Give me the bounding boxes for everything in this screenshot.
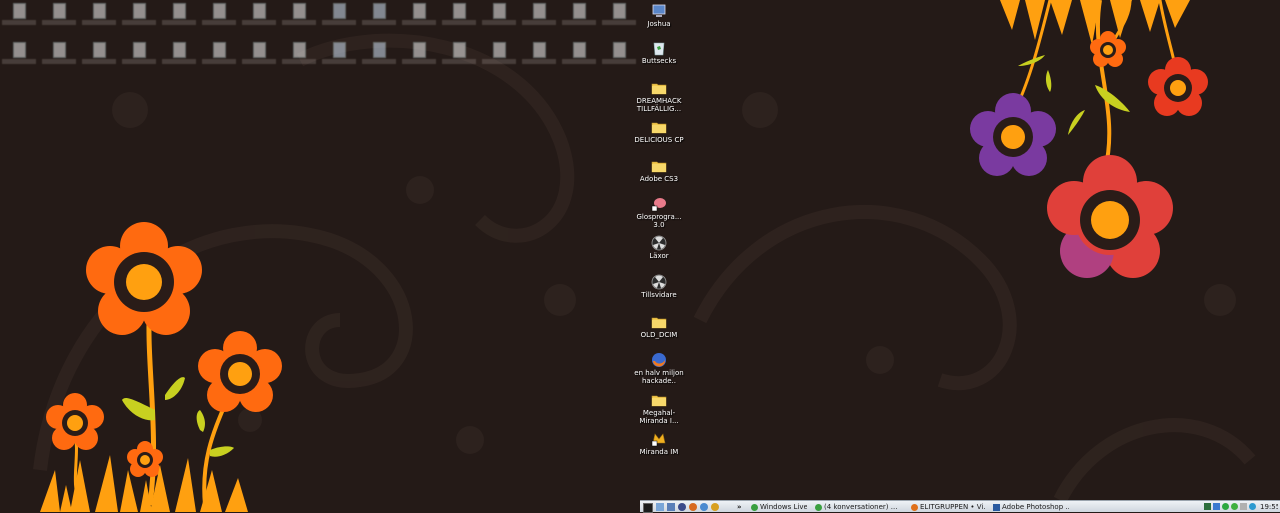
quicklaunch-media-icon[interactable] bbox=[678, 503, 686, 511]
document-icon bbox=[532, 42, 546, 58]
taskbar-button-label: Windows Live Mes... bbox=[760, 503, 808, 511]
document-icon bbox=[212, 3, 226, 19]
desktop-icon-label: OLD_DCIM bbox=[640, 331, 678, 339]
taskbar-button-1[interactable]: (4 konversationer) ... bbox=[812, 502, 902, 512]
taskbar: » Windows Live Mes... (4 konversationer) … bbox=[640, 500, 1280, 513]
folder-icon bbox=[651, 158, 667, 174]
document-icon bbox=[572, 3, 586, 19]
document-icon bbox=[52, 3, 66, 19]
desktop-icon-label: Läxor bbox=[649, 252, 669, 260]
brain-shortcut-icon bbox=[651, 196, 667, 212]
desktop-icon-11[interactable]: Miranda IM bbox=[633, 431, 685, 456]
document-icon bbox=[292, 42, 306, 58]
folder-icon bbox=[651, 80, 667, 96]
document-icon bbox=[252, 3, 266, 19]
messenger-icon bbox=[815, 503, 822, 511]
photoshop-icon bbox=[993, 503, 1000, 511]
show-desktop-icon[interactable] bbox=[656, 503, 664, 511]
radiation-icon bbox=[651, 235, 667, 251]
document-icon bbox=[412, 3, 426, 19]
tray-security-icon[interactable] bbox=[1249, 503, 1256, 510]
document-icon bbox=[372, 42, 386, 58]
firefox-icon bbox=[651, 352, 667, 368]
quicklaunch-browser-icon[interactable] bbox=[700, 503, 708, 511]
document-icon bbox=[492, 42, 506, 58]
firefox-icon bbox=[911, 503, 918, 511]
folder-icon bbox=[651, 392, 667, 408]
right-flower-group bbox=[970, 0, 1208, 278]
document-icon bbox=[332, 42, 346, 58]
desktop-icon-label: Miranda IM bbox=[639, 448, 679, 456]
document-icon bbox=[332, 3, 346, 19]
document-icon bbox=[452, 42, 466, 58]
document-icon bbox=[412, 42, 426, 58]
quicklaunch-messenger-icon[interactable] bbox=[711, 503, 719, 511]
recycle-bin-icon bbox=[651, 40, 667, 56]
radiation-icon bbox=[651, 274, 667, 290]
tray-network-icon[interactable] bbox=[1204, 503, 1211, 510]
miranda-shortcut-icon bbox=[651, 431, 667, 447]
desktop-icon-label: DELICIOUS CP bbox=[634, 136, 684, 144]
document-icon bbox=[132, 3, 146, 19]
desktop-icon-5[interactable]: Glosprogra... 3.0 bbox=[633, 196, 685, 229]
document-icon bbox=[212, 42, 226, 58]
desktop-icon-2[interactable]: DREAMHACK TILLFÄLLIG... bbox=[633, 80, 685, 113]
document-icon bbox=[172, 42, 186, 58]
document-icon bbox=[132, 42, 146, 58]
desktop-icon-label: DREAMHACK TILLFÄLLIG... bbox=[636, 97, 682, 113]
document-icon bbox=[492, 3, 506, 19]
document-icon bbox=[92, 3, 106, 19]
quicklaunch-app-icon[interactable] bbox=[667, 503, 675, 511]
tray-app-icon[interactable] bbox=[1213, 503, 1220, 510]
desktop-icon-6[interactable]: Läxor bbox=[633, 235, 685, 260]
document-icon bbox=[292, 3, 306, 19]
quicklaunch-firefox-icon[interactable] bbox=[689, 503, 697, 511]
desktop-icon-label: Glosprogra... 3.0 bbox=[636, 213, 682, 229]
taskbar-button-label: Adobe Photoshop ... bbox=[1002, 503, 1070, 511]
tray-volume-icon[interactable] bbox=[1240, 503, 1247, 510]
desktop-icon-7[interactable]: Tillsvidare bbox=[633, 274, 685, 299]
desktop-icon-label: Buttsecks bbox=[641, 57, 677, 65]
document-icon bbox=[252, 42, 266, 58]
desktop-icon-label: Megahal-Miranda I... bbox=[639, 409, 679, 425]
desktop-icon-10[interactable]: Megahal-Miranda I... bbox=[633, 392, 685, 425]
document-icon bbox=[12, 3, 26, 19]
computer-icon bbox=[651, 3, 667, 19]
document-icon bbox=[452, 3, 466, 19]
quicklaunch-overflow-icon[interactable]: » bbox=[734, 502, 744, 512]
desktop-icon-1[interactable]: Buttsecks bbox=[633, 40, 685, 65]
taskbar-button-label: ELITGRUPPEN • Vi... bbox=[920, 503, 986, 511]
document-icon bbox=[612, 42, 626, 58]
desktop-icon-9[interactable]: en halv miljon hackade.. bbox=[633, 352, 685, 385]
desktop-icon-4[interactable]: Adobe CS3 bbox=[633, 158, 685, 183]
taskbar-clock[interactable]: 19:55 bbox=[1257, 502, 1279, 512]
document-icon bbox=[572, 42, 586, 58]
document-icon bbox=[172, 3, 186, 19]
desktop-icon-8[interactable]: OLD_DCIM bbox=[633, 314, 685, 339]
messenger-icon bbox=[751, 503, 758, 511]
desktop-icon-label: Tillsvidare bbox=[641, 291, 677, 299]
tray-status-icon[interactable] bbox=[1231, 503, 1238, 510]
document-icon bbox=[612, 3, 626, 19]
taskbar-button-2[interactable]: ELITGRUPPEN • Vi... bbox=[908, 502, 986, 512]
desktop-icon-3[interactable]: DELICIOUS CP bbox=[633, 119, 685, 144]
taskbar-button-label: (4 konversationer) ... bbox=[824, 503, 898, 511]
folder-icon bbox=[651, 314, 667, 330]
document-icon bbox=[92, 42, 106, 58]
document-icon bbox=[532, 3, 546, 19]
document-icon bbox=[52, 42, 66, 58]
desktop-icon-0[interactable]: Joshua bbox=[633, 3, 685, 28]
document-icon bbox=[12, 42, 26, 58]
taskbar-button-0[interactable]: Windows Live Mes... bbox=[748, 502, 808, 512]
tray-messenger-icon[interactable] bbox=[1222, 503, 1229, 510]
document-icon bbox=[372, 3, 386, 19]
desktop-icon-label: Joshua bbox=[647, 20, 671, 28]
taskbar-button-3[interactable]: Adobe Photoshop ... bbox=[990, 502, 1070, 512]
desktop-icon-label: Adobe CS3 bbox=[639, 175, 679, 183]
desktop-icon-label: en halv miljon hackade.. bbox=[634, 369, 684, 385]
folder-icon bbox=[651, 119, 667, 135]
